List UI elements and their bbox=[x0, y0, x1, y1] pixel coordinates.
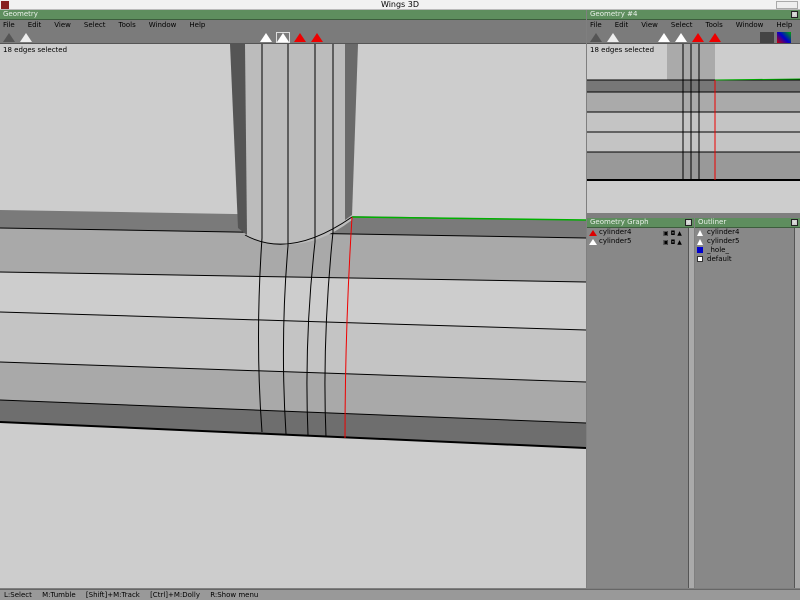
geometry-4-window: Geometry #4 × File Edit View Select Tools… bbox=[587, 10, 800, 213]
hint-tumble: M:Tumble bbox=[42, 591, 76, 599]
menu-select[interactable]: Select bbox=[84, 20, 106, 30]
hint-menu: R:Show menu bbox=[210, 591, 259, 599]
smooth-shading-icon[interactable] bbox=[3, 33, 15, 42]
app-titlebar: Wings 3D bbox=[0, 0, 800, 10]
body-select-icon[interactable] bbox=[311, 33, 323, 42]
menu-select[interactable]: Select bbox=[671, 20, 693, 30]
vertex-select-icon[interactable] bbox=[260, 33, 272, 42]
menu-tools[interactable]: Tools bbox=[119, 20, 136, 30]
cylinder-body bbox=[230, 44, 358, 245]
menu-view[interactable]: View bbox=[54, 20, 71, 30]
close-icon[interactable]: × bbox=[685, 219, 692, 226]
item-label: cylinder4 bbox=[599, 228, 632, 236]
ground-plane-icon[interactable] bbox=[760, 32, 774, 43]
close-icon[interactable]: × bbox=[791, 11, 798, 18]
menu-tools[interactable]: Tools bbox=[706, 20, 723, 30]
face-select-icon[interactable] bbox=[294, 33, 306, 42]
app-title: Wings 3D bbox=[380, 0, 420, 9]
status-bar: L:Select M:Tumble [Shift]+M:Track [Ctrl]… bbox=[0, 589, 800, 600]
panel-title: Outliner bbox=[698, 218, 727, 226]
hint-track: [Shift]+M:Track bbox=[85, 591, 140, 599]
flat-shading-icon[interactable] bbox=[607, 33, 619, 42]
edge-select-icon[interactable] bbox=[675, 33, 687, 42]
list-item[interactable]: default bbox=[695, 255, 800, 264]
menubar: File Edit View Select Tools Window Help bbox=[587, 20, 800, 30]
list-item[interactable]: cylinder5 ▣ ◘ ▲ bbox=[587, 237, 694, 246]
selection-status: 18 edges selected bbox=[3, 46, 68, 54]
window-title: Geometry #4 bbox=[590, 10, 638, 18]
outliner-panel: Outliner × cylinder4 cylinder5 _hole_ def… bbox=[695, 218, 800, 588]
geometry-graph-panel: Geometry Graph × cylinder4 ▣ ◘ ▲ cylinder5… bbox=[587, 218, 694, 588]
menubar: File Edit View Select Tools Window Help bbox=[0, 20, 586, 30]
menu-file[interactable]: File bbox=[3, 20, 15, 30]
face-select-icon[interactable] bbox=[692, 33, 704, 42]
list-item[interactable]: cylinder5 bbox=[695, 237, 800, 246]
body-select-icon[interactable] bbox=[709, 33, 721, 42]
selection-status: 18 edges selected bbox=[590, 46, 655, 54]
panel-title: Geometry Graph bbox=[590, 218, 649, 226]
scrollbar[interactable] bbox=[794, 228, 800, 588]
edge-select-icon[interactable] bbox=[276, 32, 290, 43]
red-object-icon bbox=[589, 230, 597, 236]
menu-window[interactable]: Window bbox=[149, 20, 177, 30]
menu-view[interactable]: View bbox=[641, 20, 658, 30]
item-label: cylinder4 bbox=[707, 228, 740, 236]
smooth-shading-icon[interactable] bbox=[590, 33, 602, 42]
flat-shading-icon[interactable] bbox=[20, 33, 32, 42]
vertex-select-icon[interactable] bbox=[658, 33, 670, 42]
menu-help[interactable]: Help bbox=[189, 20, 205, 30]
app-logo-icon bbox=[1, 1, 9, 9]
menu-file[interactable]: File bbox=[590, 20, 602, 30]
white-object-icon bbox=[589, 239, 597, 245]
menu-edit[interactable]: Edit bbox=[28, 20, 42, 30]
object-icon bbox=[697, 239, 703, 245]
visibility-lock-icons[interactable]: ▣ ◘ ▲ bbox=[663, 238, 682, 247]
window-controls[interactable] bbox=[776, 1, 798, 9]
blue-material-icon bbox=[697, 247, 703, 253]
hint-select: L:Select bbox=[4, 591, 32, 599]
window-title: Geometry bbox=[0, 10, 586, 20]
toolbar bbox=[0, 30, 586, 44]
list-item[interactable]: cylinder4 bbox=[695, 228, 800, 237]
menu-edit[interactable]: Edit bbox=[615, 20, 629, 30]
object-icon bbox=[697, 230, 703, 236]
item-label: cylinder5 bbox=[599, 237, 632, 245]
scrollbar[interactable] bbox=[688, 228, 694, 588]
axes-icon[interactable] bbox=[777, 32, 791, 43]
3d-viewport[interactable] bbox=[0, 44, 586, 588]
list-item[interactable]: cylinder4 ▣ ◘ ▲ bbox=[587, 228, 694, 237]
close-icon[interactable]: × bbox=[791, 219, 798, 226]
list-item[interactable]: _hole_ bbox=[695, 246, 800, 255]
toolbar bbox=[587, 30, 800, 44]
menu-help[interactable]: Help bbox=[776, 20, 792, 30]
item-label: _hole_ bbox=[707, 246, 729, 254]
main-geometry-window: Geometry File Edit View Select Tools Win… bbox=[0, 10, 586, 588]
item-label: default bbox=[707, 255, 732, 263]
hint-dolly: [Ctrl]+M:Dolly bbox=[150, 591, 200, 599]
3d-viewport[interactable] bbox=[587, 44, 800, 213]
material-icon bbox=[697, 256, 703, 262]
menu-window[interactable]: Window bbox=[736, 20, 764, 30]
item-label: cylinder5 bbox=[707, 237, 740, 245]
